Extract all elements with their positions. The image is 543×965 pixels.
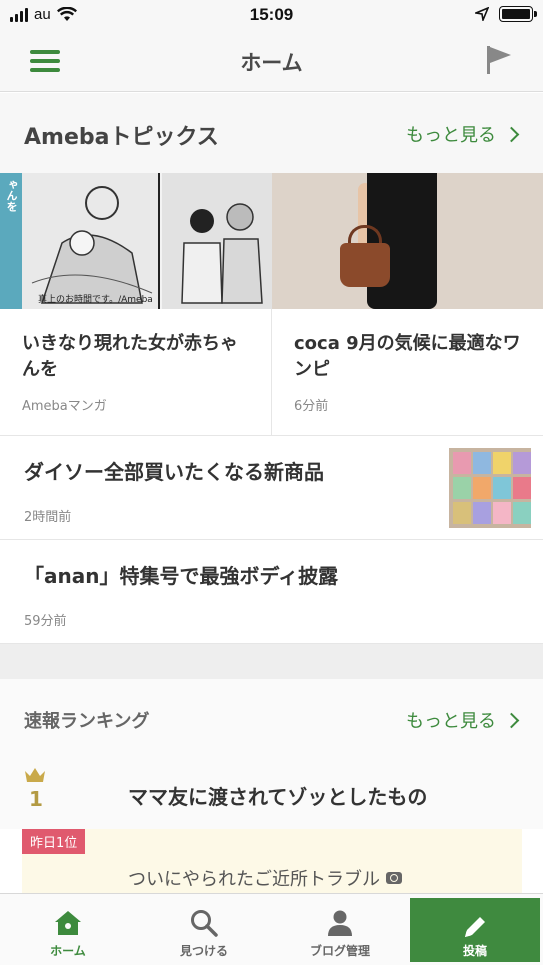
status-bar: au 15:09 (0, 0, 543, 30)
manga-drawing-icon (181, 203, 263, 304)
tab-post-label: 投稿 (462, 944, 487, 958)
news-meta: 2時間前 (24, 510, 72, 525)
yesterday-ranking[interactable]: 昨日1位 ついにやられたご近所トラブル (22, 829, 522, 893)
manga-drawing-icon (31, 186, 153, 304)
topics-hero-images: いきなり現れた女が赤ちゃんを 真上のお時間です。/Ameba (0, 173, 543, 309)
rank-number: 1 (29, 787, 43, 811)
manga-tag: いきなり現れた女が赤ちゃんを (0, 173, 34, 309)
topic-card[interactable]: coca 9月の気候に最適なワンピ 6分前 (271, 309, 542, 435)
tab-blog-manage-label: ブログ管理 (309, 944, 370, 958)
yesterday-title: ついにやられたご近所トラブル (128, 869, 380, 890)
user-icon (328, 910, 352, 936)
home-icon (55, 911, 81, 935)
search-icon (191, 910, 218, 937)
ranking-title: 速報ランキング (24, 711, 150, 732)
topic-card-meta: Amebaマンガ (22, 399, 107, 414)
tab-home-label: ホーム (50, 944, 86, 958)
ranking-item-title: ママ友に渡されてゾッとしたもの (128, 785, 428, 809)
page-title: ホーム (240, 51, 303, 75)
ranking-header: 速報ランキング もっと見る (0, 679, 543, 759)
pencil-icon (465, 917, 485, 937)
topics-more-link[interactable]: もっと見る (406, 121, 520, 147)
camera-icon (386, 872, 402, 884)
tab-blog-manage[interactable]: ブログ管理 (272, 894, 408, 965)
flag-icon[interactable] (485, 45, 513, 75)
topic-card-title: coca 9月の気候に最適なワンピ (294, 333, 521, 380)
topics-card-row: いきなり現れた女が赤ちゃんを Amebaマンガ coca 9月の気候に最適なワン… (0, 309, 543, 436)
section-divider (0, 644, 543, 679)
chevron-right-icon (503, 712, 520, 728)
manga-caption: 真上のお時間です。/Ameba (38, 295, 153, 305)
nav-header: ホーム (0, 30, 543, 92)
tab-discover[interactable]: 見つける (136, 894, 272, 965)
tab-post[interactable]: 投稿 (410, 898, 540, 962)
topics-more-label: もっと見る (406, 125, 496, 146)
topic-card-meta: 6分前 (294, 399, 329, 414)
tab-bar: ホーム 見つける ブログ管理 投稿 (0, 893, 543, 965)
tab-discover-label: 見つける (179, 944, 228, 958)
status-time: 15:09 (249, 5, 294, 24)
yesterday-item: ついにやられたご近所トラブル (128, 865, 402, 891)
news-title: ダイソー全部買いたくなる新商品 (24, 460, 324, 484)
topic-card-title: いきなり現れた女が赤ちゃんを (22, 333, 238, 380)
news-thumbnail (449, 448, 531, 528)
manga-panel (162, 173, 272, 309)
topics-header: Amebaトピックス もっと見る (0, 93, 543, 173)
battery-icon (499, 6, 537, 22)
photo-bag (340, 243, 390, 287)
chevron-right-icon (503, 126, 520, 142)
tab-home[interactable]: ホーム (0, 894, 136, 965)
main-content[interactable]: Amebaトピックス もっと見る いきなり現れた女が赤ちゃんを (0, 93, 543, 893)
location-arrow-icon (475, 7, 489, 21)
ranking-more-label: もっと見る (406, 711, 496, 732)
ranking-item[interactable]: 1 ママ友に渡されてゾッとしたもの (0, 759, 543, 829)
manga-thumbnail[interactable]: いきなり現れた女が赤ちゃんを 真上のお時間です。/Ameba (0, 173, 272, 309)
news-item[interactable]: 「anan」特集号で最強ボディ披露 59分前 (0, 540, 543, 644)
status-right (475, 6, 537, 22)
fashion-photo[interactable] (272, 173, 543, 309)
topics-title: Amebaトピックス (24, 125, 219, 150)
yesterday-badge: 昨日1位 (22, 829, 86, 854)
crown-icon (25, 768, 45, 782)
news-item[interactable]: ダイソー全部買いたくなる新商品 2時間前 (0, 436, 543, 540)
news-title: 「anan」特集号で最強ボディ披露 (24, 564, 339, 588)
ranking-more-link[interactable]: もっと見る (406, 707, 520, 733)
topic-card[interactable]: いきなり現れた女が赤ちゃんを Amebaマンガ (0, 309, 271, 435)
news-meta: 59分前 (24, 614, 67, 629)
manga-panel (22, 173, 160, 309)
